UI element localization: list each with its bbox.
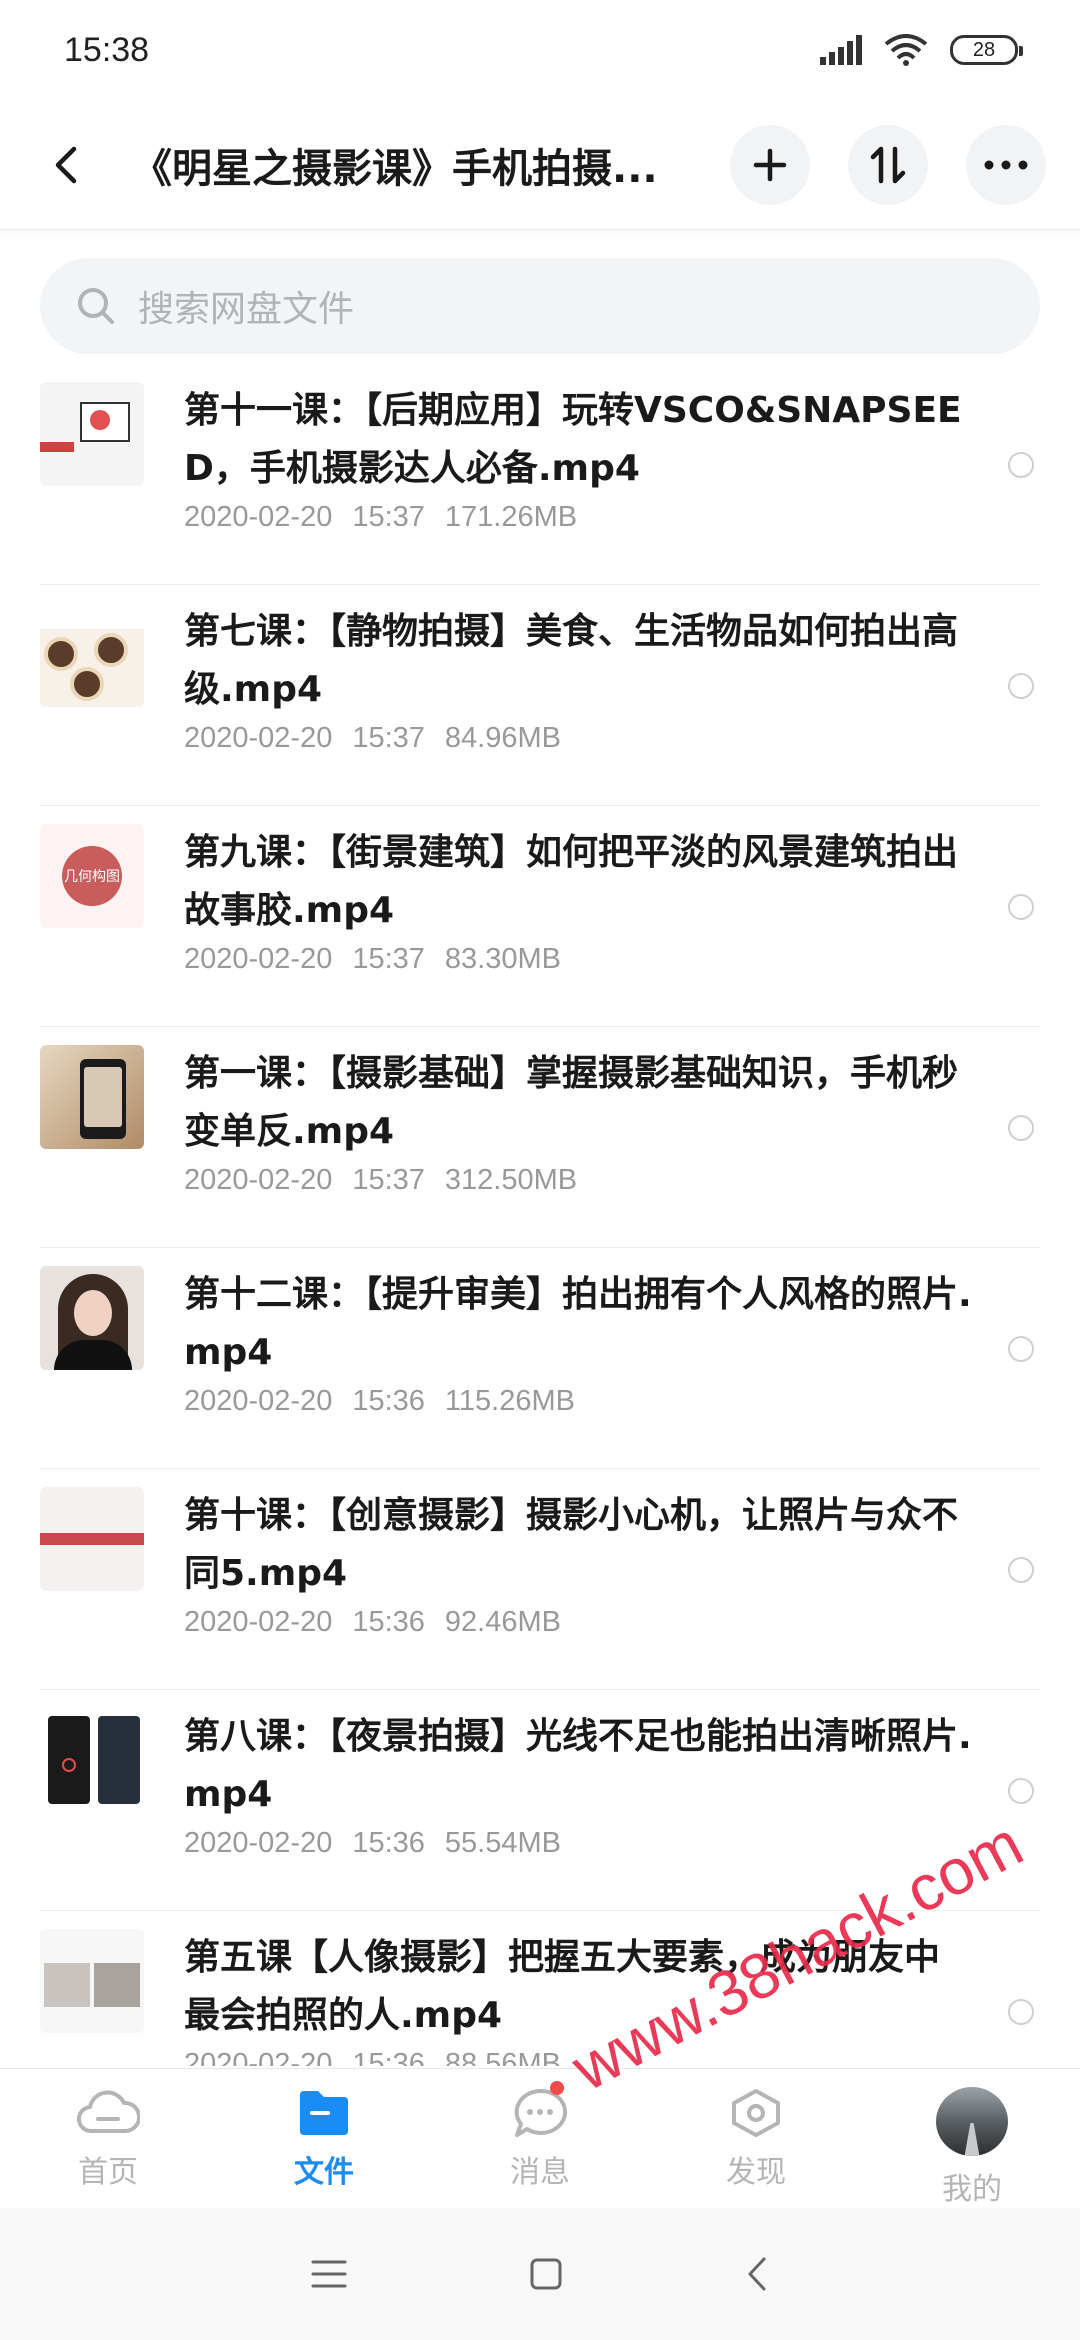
video-thumbnail bbox=[40, 1708, 144, 1812]
status-bar: 15:38 28 bbox=[0, 0, 1080, 100]
folder-icon bbox=[300, 2091, 348, 2135]
video-thumbnail bbox=[40, 1266, 144, 1370]
search-placeholder: 搜索网盘文件 bbox=[138, 289, 355, 330]
sort-icon bbox=[870, 146, 906, 183]
avatar bbox=[936, 2087, 1008, 2156]
file-meta: 2020-02-20 15:37 84.96MB bbox=[184, 722, 561, 754]
battery-indicator: 28 bbox=[950, 35, 1023, 65]
home-icon[interactable] bbox=[529, 2257, 563, 2291]
more-button[interactable] bbox=[966, 124, 1046, 205]
thumbnail-text: 几何构图 bbox=[62, 846, 122, 906]
system-nav-bar bbox=[0, 2208, 1080, 2340]
status-icons: 28 bbox=[820, 34, 1023, 66]
video-thumbnail bbox=[40, 1045, 144, 1149]
file-row[interactable]: 第十课：【创意摄影】摄影小心机，让照片与众不同5.mp4 2020-02-20 1… bbox=[0, 1469, 1080, 1690]
chevron-left-icon bbox=[55, 146, 77, 183]
select-radio[interactable] bbox=[1008, 1115, 1034, 1141]
signal-icon bbox=[820, 35, 862, 65]
select-radio[interactable] bbox=[1008, 673, 1034, 699]
add-button[interactable] bbox=[730, 124, 810, 205]
tab-home[interactable]: 首页 bbox=[0, 2069, 216, 2208]
tab-label: 消息 bbox=[510, 2155, 570, 2190]
video-thumbnail bbox=[40, 603, 144, 707]
select-radio[interactable] bbox=[1008, 452, 1034, 478]
tab-label: 我的 bbox=[942, 2172, 1002, 2207]
select-radio[interactable] bbox=[1008, 1557, 1034, 1583]
select-radio[interactable] bbox=[1008, 1336, 1034, 1362]
wifi-icon bbox=[884, 34, 928, 66]
file-meta: 2020-02-20 15:37 312.50MB bbox=[184, 1164, 578, 1196]
search-icon bbox=[78, 288, 114, 324]
notification-dot bbox=[550, 2081, 564, 2095]
file-name: 第十一课：【后期应用】玩转VSCO&SNAPSEED，手机摄影达人必备.mp4 bbox=[184, 390, 962, 489]
bottom-tab-bar: 首页 文件 消息 发现 我的 bbox=[0, 2068, 1080, 2208]
file-row[interactable]: 第七课：【静物拍摄】美食、生活物品如何拍出高级.mp4 2020-02-20 15… bbox=[0, 585, 1080, 806]
file-name: 第九课：【街景建筑】如何把平淡的风景建筑拍出故事胶.mp4 bbox=[184, 832, 959, 931]
select-radio[interactable] bbox=[1008, 894, 1034, 920]
video-thumbnail: 几何构图 bbox=[40, 824, 144, 928]
file-row[interactable]: 第五课【人像摄影】把握五大要素，成为朋友中最会拍照的人.mp4 2020-02-… bbox=[0, 1911, 1080, 2066]
video-thumbnail bbox=[40, 1929, 144, 2033]
plus-icon bbox=[753, 148, 787, 181]
file-meta: 2020-02-20 15:36 115.26MB bbox=[184, 1385, 575, 1417]
message-icon bbox=[514, 2088, 568, 2137]
tab-label: 发现 bbox=[726, 2155, 786, 2190]
tab-files[interactable]: 文件 bbox=[216, 2069, 432, 2208]
file-meta: 2020-02-20 15:36 92.46MB bbox=[184, 1606, 561, 1638]
select-radio[interactable] bbox=[1008, 1778, 1034, 1804]
file-row[interactable]: 第十二课：【提升审美】拍出拥有个人风格的照片.mp4 2020-02-20 15:… bbox=[0, 1248, 1080, 1469]
file-meta: 2020-02-20 15:37 171.26MB bbox=[184, 501, 578, 533]
menu-icon[interactable] bbox=[311, 2259, 347, 2289]
file-name: 第十二课：【提升审美】拍出拥有个人风格的照片.mp4 bbox=[184, 1274, 972, 1373]
cloud-icon bbox=[77, 2090, 140, 2134]
tab-profile[interactable]: 我的 bbox=[864, 2069, 1080, 2208]
header: 《明星之摄影课》手机拍摄... bbox=[0, 100, 1080, 230]
tab-discover[interactable]: 发现 bbox=[648, 2069, 864, 2208]
file-row[interactable]: 几何构图 第九课：【街景建筑】如何把平淡的风景建筑拍出故事胶.mp4 2020-… bbox=[0, 806, 1080, 1027]
tab-label: 首页 bbox=[78, 2155, 138, 2190]
video-thumbnail bbox=[40, 1487, 144, 1591]
file-row[interactable]: 第十一课：【后期应用】玩转VSCO&SNAPSEED，手机摄影达人必备.mp4 … bbox=[0, 364, 1080, 585]
file-name: 第七课：【静物拍摄】美食、生活物品如何拍出高级.mp4 bbox=[184, 611, 959, 710]
file-row[interactable]: 第一课：【摄影基础】掌握摄影基础知识，手机秒变单反.mp4 2020-02-20… bbox=[0, 1027, 1080, 1248]
page-title: 《明星之摄影课》手机拍摄... bbox=[132, 145, 658, 192]
discover-icon bbox=[732, 2089, 780, 2137]
file-meta: 2020-02-20 15:37 83.30MB bbox=[184, 943, 561, 975]
more-icon bbox=[984, 160, 1028, 169]
search-input[interactable]: 搜索网盘文件 bbox=[40, 258, 1040, 354]
file-list: 第十一课：【后期应用】玩转VSCO&SNAPSEED，手机摄影达人必备.mp4 … bbox=[0, 364, 1080, 2066]
file-meta: 2020-02-20 15:36 55.54MB bbox=[184, 1827, 561, 1859]
back-button[interactable] bbox=[40, 135, 92, 195]
battery-level: 28 bbox=[972, 38, 996, 61]
select-radio[interactable] bbox=[1008, 1999, 1034, 2025]
file-name: 第一课：【摄影基础】掌握摄影基础知识，手机秒变单反.mp4 bbox=[184, 1053, 959, 1152]
video-thumbnail bbox=[40, 382, 144, 486]
file-name: 第八课：【夜景拍摄】光线不足也能拍出清晰照片.mp4 bbox=[184, 1716, 972, 1815]
tab-label: 文件 bbox=[294, 2155, 354, 2190]
sort-button[interactable] bbox=[848, 124, 928, 205]
status-time: 15:38 bbox=[64, 30, 150, 69]
file-name: 第十课：【创意摄影】摄影小心机，让照片与众不同5.mp4 bbox=[184, 1495, 959, 1594]
back-icon[interactable] bbox=[745, 2256, 769, 2292]
